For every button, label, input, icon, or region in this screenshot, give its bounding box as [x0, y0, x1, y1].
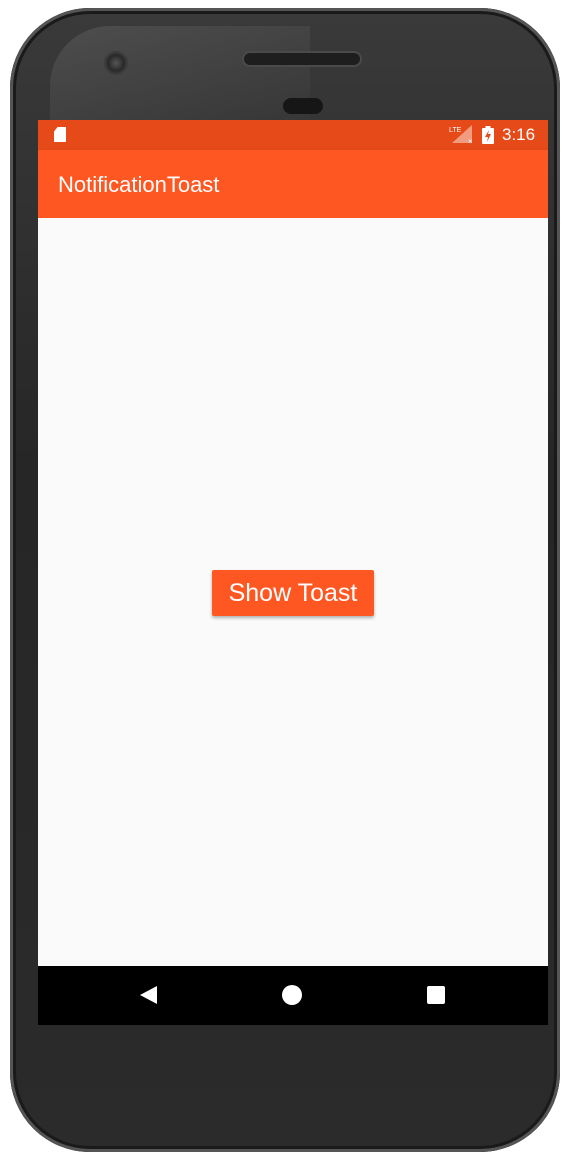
- earpiece-speaker: [244, 53, 360, 65]
- app-title: NotificationToast: [58, 172, 220, 197]
- lte-signal-icon: LTE ×: [449, 125, 473, 145]
- navigation-bar: [38, 966, 548, 1025]
- battery-charging-icon: [482, 126, 494, 144]
- network-label: LTE: [449, 127, 462, 134]
- proximity-sensor: [283, 98, 323, 114]
- device-screen: LTE × 3:16 NotificationToast Show Toast: [38, 120, 548, 1025]
- status-clock: 3:16: [502, 125, 536, 144]
- show-toast-button[interactable]: Show Toast: [212, 570, 374, 616]
- svg-text:×: ×: [468, 137, 473, 145]
- front-camera: [106, 53, 126, 73]
- back-icon[interactable]: [140, 986, 157, 1004]
- main-content: Show Toast: [38, 218, 548, 966]
- app-toolbar: NotificationToast: [38, 150, 548, 218]
- sd-card-icon: [54, 127, 66, 142]
- status-bar: LTE × 3:16: [38, 120, 548, 150]
- home-icon[interactable]: [282, 985, 302, 1005]
- recents-icon[interactable]: [427, 986, 445, 1004]
